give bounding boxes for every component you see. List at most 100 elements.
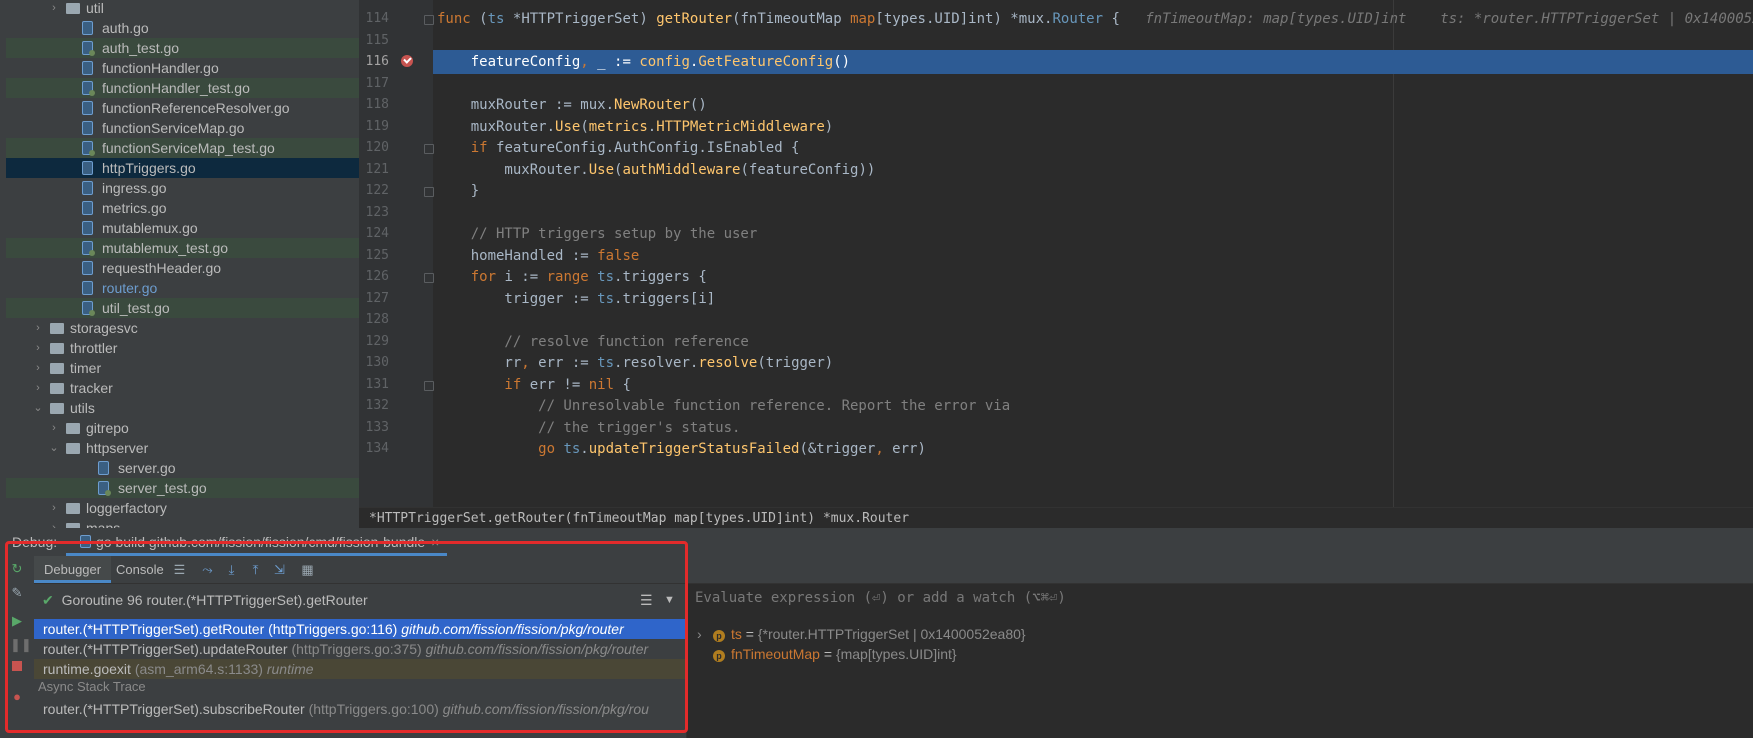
- line-number[interactable]: 114: [359, 7, 389, 31]
- code-editor[interactable]: 114 115 116 117 118 119 120 121 122 123 124 125 126 1…: [359, 0, 1753, 507]
- tree-item[interactable]: ⌄ utils: [6, 398, 359, 418]
- tree-item[interactable]: httpTriggers.go: [6, 158, 359, 178]
- chevron-down-icon[interactable]: ⌄: [32, 398, 44, 418]
- variable-row[interactable]: p fnTimeoutMap = {map[types.UID]int}: [697, 644, 957, 664]
- line-number[interactable]: 122: [359, 179, 389, 203]
- step-out-icon[interactable]: ⤒: [248, 562, 263, 577]
- code-line[interactable]: [437, 308, 1753, 332]
- line-number[interactable]: 115: [359, 29, 389, 53]
- code-line[interactable]: rr, err := ts.resolver.resolve(trigger): [437, 351, 1753, 375]
- code-line[interactable]: // resolve function reference: [437, 330, 1753, 354]
- code-line[interactable]: func (ts *HTTPTriggerSet) getRouter(fnTi…: [437, 7, 1753, 31]
- menu-icon[interactable]: ☰: [172, 562, 187, 577]
- tree-item[interactable]: functionHandler.go: [6, 58, 359, 78]
- resume-icon[interactable]: ▶: [10, 614, 24, 628]
- line-number[interactable]: 132: [359, 394, 389, 418]
- chevron-down-icon[interactable]: ▼: [664, 589, 675, 611]
- code-line[interactable]: // HTTP triggers setup by the user: [437, 222, 1753, 246]
- tree-item[interactable]: › timer: [6, 358, 359, 378]
- tree-item[interactable]: › tracker: [6, 378, 359, 398]
- chevron-right-icon[interactable]: ›: [48, 418, 60, 438]
- debug-session-tab[interactable]: go build github.com/fission/fission/cmd/…: [66, 528, 448, 556]
- code-line[interactable]: for i := range ts.triggers {: [437, 265, 1753, 289]
- pause-icon[interactable]: ❚❚: [10, 638, 32, 652]
- tree-item[interactable]: › throttler: [6, 338, 359, 358]
- chevron-down-icon[interactable]: ⌄: [48, 438, 60, 458]
- fold-marker-icon[interactable]: [424, 187, 434, 197]
- tree-item[interactable]: requesthHeader.go: [6, 258, 359, 278]
- tree-item[interactable]: mutablemux_test.go: [6, 238, 359, 258]
- editor-gutter[interactable]: 114 115 116 117 118 119 120 121 122 123 124 125 126 1…: [359, 0, 434, 507]
- chevron-right-icon[interactable]: ›: [48, 0, 60, 18]
- code-line[interactable]: muxRouter := mux.NewRouter(): [437, 93, 1753, 117]
- line-number[interactable]: 131: [359, 373, 389, 397]
- tree-item[interactable]: › util: [6, 0, 359, 18]
- tree-item[interactable]: › loggerfactory: [6, 498, 359, 518]
- chevron-right-icon[interactable]: ›: [48, 498, 60, 518]
- code-line[interactable]: [437, 72, 1753, 96]
- chevron-right-icon[interactable]: ›: [48, 518, 60, 528]
- code-line[interactable]: trigger := ts.triggers[i]: [437, 287, 1753, 311]
- tree-item[interactable]: metrics.go: [6, 198, 359, 218]
- line-number[interactable]: 128: [359, 308, 389, 332]
- code-line[interactable]: if featureConfig.AuthConfig.IsEnabled {: [437, 136, 1753, 160]
- line-number[interactable]: 129: [359, 330, 389, 354]
- line-number[interactable]: 133: [359, 416, 389, 440]
- tree-item[interactable]: mutablemux.go: [6, 218, 359, 238]
- line-number[interactable]: 118: [359, 93, 389, 117]
- chevron-right-icon[interactable]: ›: [32, 378, 44, 398]
- line-number[interactable]: 130: [359, 351, 389, 375]
- line-number[interactable]: 117: [359, 72, 389, 96]
- chevron-right-icon[interactable]: ›: [32, 338, 44, 358]
- tree-item[interactable]: functionServiceMap.go: [6, 118, 359, 138]
- tree-item[interactable]: auth.go: [6, 18, 359, 38]
- tree-item[interactable]: functionHandler_test.go: [6, 78, 359, 98]
- line-number[interactable]: 123: [359, 201, 389, 225]
- chevron-right-icon[interactable]: ›: [32, 358, 44, 378]
- tree-item[interactable]: router.go: [6, 278, 359, 298]
- tree-item[interactable]: server_test.go: [6, 478, 359, 498]
- code-line[interactable]: homeHandled := false: [437, 244, 1753, 268]
- tab-debugger[interactable]: Debugger: [34, 556, 112, 583]
- fold-marker-icon[interactable]: [424, 144, 434, 154]
- line-number[interactable]: 126: [359, 265, 389, 289]
- line-number[interactable]: 121: [359, 158, 389, 182]
- stack-frame[interactable]: router.(*HTTPTriggerSet).getRouter (http…: [34, 619, 686, 639]
- evaluate-grid-icon[interactable]: ▦: [300, 562, 315, 577]
- tree-item[interactable]: › storagesvc: [6, 318, 359, 338]
- variable-row[interactable]: › p ts = {*router.HTTPTriggerSet | 0x14000…: [697, 624, 1026, 644]
- fold-marker-icon[interactable]: [424, 273, 434, 283]
- tree-item[interactable]: › gitrepo: [6, 418, 359, 438]
- code-line[interactable]: featureConfig, _ := config.GetFeatureCon…: [433, 50, 1753, 74]
- code-line[interactable]: go ts.updateTriggerStatusFailed(&trigger…: [437, 437, 1753, 461]
- tab-console[interactable]: Console: [106, 556, 174, 583]
- line-number[interactable]: 119: [359, 115, 389, 139]
- stack-frame[interactable]: runtime.goexit (asm_arm64.s:1133) runtim…: [34, 659, 686, 679]
- code-line[interactable]: muxRouter.Use(authMiddleware(featureConf…: [437, 158, 1753, 182]
- tree-item[interactable]: › maps: [6, 518, 359, 528]
- step-into-icon[interactable]: ⤓: [224, 562, 239, 577]
- tree-item[interactable]: functionReferenceResolver.go: [6, 98, 359, 118]
- code-line[interactable]: [437, 201, 1753, 225]
- chevron-right-icon[interactable]: ›: [32, 318, 44, 338]
- line-number[interactable]: 124: [359, 222, 389, 246]
- list-icon[interactable]: ☰: [640, 589, 653, 611]
- close-icon[interactable]: ×: [431, 534, 439, 550]
- fold-marker-icon[interactable]: [424, 380, 434, 391]
- fold-marker-icon[interactable]: [424, 15, 434, 25]
- breadcrumb[interactable]: *HTTPTriggerSet.getRouter(fnTimeoutMap m…: [359, 507, 1753, 528]
- line-number[interactable]: 134: [359, 437, 389, 461]
- wrench-icon[interactable]: ✎: [10, 586, 24, 600]
- stack-frame[interactable]: router.(*HTTPTriggerSet).updateRouter (h…: [34, 639, 686, 659]
- step-over-icon[interactable]: ⤳: [200, 562, 215, 577]
- tree-item[interactable]: util_test.go: [6, 298, 359, 318]
- code-line[interactable]: [437, 29, 1753, 53]
- rerun-icon[interactable]: ↻: [10, 562, 24, 576]
- async-frame[interactable]: router.(*HTTPTriggerSet).subscribeRouter…: [34, 699, 686, 719]
- code-line[interactable]: if err != nil {: [437, 373, 1753, 397]
- view-breakpoints-icon[interactable]: ●: [10, 690, 24, 704]
- run-to-cursor-icon[interactable]: ⇲: [272, 562, 287, 577]
- goroutine-selector[interactable]: ✔ Goroutine 96 router.(*HTTPTriggerSet).…: [34, 589, 686, 611]
- tree-item[interactable]: server.go: [6, 458, 359, 478]
- tree-item[interactable]: ingress.go: [6, 178, 359, 198]
